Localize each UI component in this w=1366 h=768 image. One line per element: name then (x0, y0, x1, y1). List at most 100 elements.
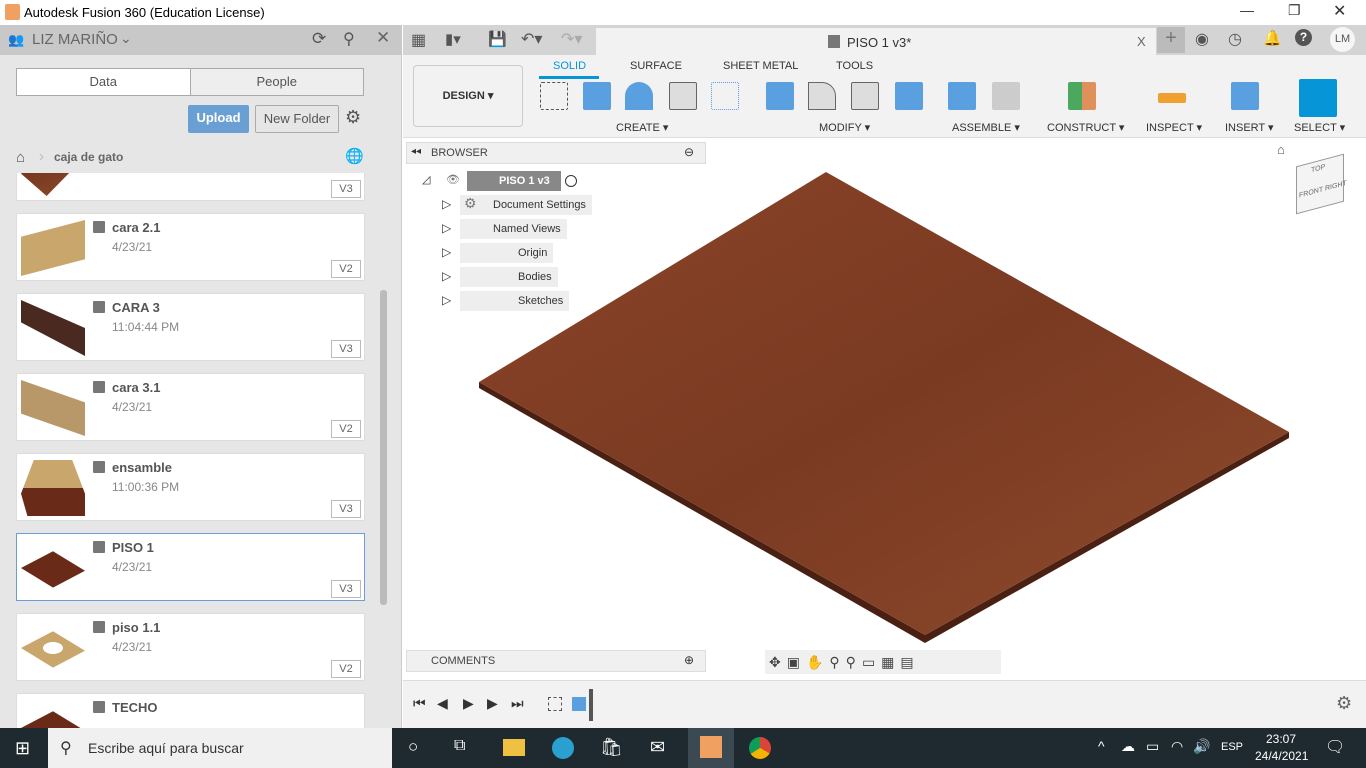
inspect-menu[interactable]: INSPECT ▾ (1146, 121, 1202, 134)
last-frame-button[interactable]: ⏭ (511, 695, 524, 712)
volume-icon[interactable]: 🔊 (1193, 738, 1210, 755)
version-dropdown[interactable]: V3 (331, 340, 361, 358)
add-comment-icon[interactable]: ⊕ (684, 653, 694, 667)
revolve-icon[interactable] (625, 82, 653, 110)
file-card[interactable]: CARA 3 11:04:44 PM V3 (16, 293, 365, 361)
close-tab-button[interactable]: X (1137, 34, 1146, 49)
viewcube-front[interactable]: FRONT (1299, 186, 1323, 199)
browser-node-named-views[interactable]: Named Views (460, 219, 567, 239)
expand-icon[interactable]: ▷ (442, 293, 451, 307)
expand-icon[interactable]: ▷ (442, 245, 451, 259)
next-frame-button[interactable]: ▶ (487, 695, 498, 712)
scrollbar[interactable] (380, 290, 387, 605)
sketch-feature-icon[interactable] (548, 697, 562, 711)
expand-icon[interactable]: ▷ (442, 269, 451, 283)
close-window-button[interactable]: ✕ (1333, 1, 1346, 21)
file-menu-icon[interactable]: ▮▾ (445, 30, 461, 48)
new-tab-button[interactable]: + (1157, 27, 1185, 53)
tab-surface[interactable]: SURFACE (630, 60, 682, 72)
home-icon[interactable]: ⌂ (16, 149, 25, 166)
offset-plane-icon[interactable] (1068, 82, 1096, 110)
create-sketch-icon[interactable] (540, 82, 568, 110)
orbit-icon[interactable]: ✥ (769, 654, 787, 670)
refresh-icon[interactable]: ⟳ (312, 29, 326, 49)
assemble-menu[interactable]: ASSEMBLE ▾ (952, 121, 1020, 134)
battery-icon[interactable]: ▭ (1146, 738, 1159, 755)
timeline-marker[interactable] (589, 689, 593, 721)
file-card[interactable]: TECHO (16, 693, 365, 728)
file-card[interactable]: cara 3.1 4/23/21 V2 (16, 373, 365, 441)
notifications-icon[interactable]: 🔔 (1263, 29, 1282, 47)
chevron-down-icon[interactable]: ⌄ (120, 30, 132, 47)
prev-frame-button[interactable]: ◀ (437, 695, 448, 712)
edge-icon[interactable] (552, 737, 574, 759)
apps-grid-icon[interactable]: ▦ (411, 30, 426, 50)
file-card[interactable]: V3 (16, 173, 365, 201)
version-dropdown[interactable]: V3 (331, 500, 361, 518)
play-button[interactable]: ▶ (463, 695, 474, 712)
tab-data[interactable]: Data (17, 69, 190, 95)
pan-icon[interactable]: ✋ (806, 654, 829, 670)
select-menu[interactable]: SELECT ▾ (1294, 121, 1345, 134)
redo-icon[interactable]: ↷▾ (561, 29, 582, 49)
browser-panel-header[interactable]: ◂◂ BROWSER ⊖ (406, 142, 706, 164)
browser-node-origin[interactable]: Origin (460, 243, 554, 263)
onedrive-icon[interactable]: ☁ (1121, 738, 1135, 755)
extrude-icon[interactable] (583, 82, 611, 110)
create-menu[interactable]: CREATE ▾ (616, 121, 668, 134)
tab-sheet-metal[interactable]: SHEET METAL (723, 60, 798, 72)
job-status-icon[interactable]: ◷ (1228, 29, 1242, 49)
tray-chevron-icon[interactable]: ^ (1098, 738, 1105, 754)
select-icon[interactable] (1299, 79, 1337, 117)
new-component-icon[interactable] (948, 82, 976, 110)
task-view-icon[interactable]: ⧉ (454, 737, 465, 755)
gear-icon[interactable]: ⚙ (345, 107, 361, 128)
document-tab[interactable]: PISO 1 v3* X (596, 28, 1156, 56)
version-dropdown[interactable]: V2 (331, 660, 361, 678)
chrome-icon[interactable] (749, 737, 771, 759)
combine-icon[interactable] (895, 82, 923, 110)
modify-menu[interactable]: MODIFY ▾ (819, 121, 870, 134)
collapse-icon[interactable]: ◂◂ (411, 146, 421, 157)
viewports-icon[interactable]: ▤ (900, 654, 919, 670)
browser-node-sketches[interactable]: Sketches (460, 291, 570, 311)
version-dropdown[interactable]: V2 (331, 420, 361, 438)
windows-start-icon[interactable]: ⊞ (15, 738, 30, 759)
file-card[interactable]: ensamble 11:00:36 PM V3 (16, 453, 365, 521)
file-card[interactable]: piso 1.1 4/23/21 V2 (16, 613, 365, 681)
cortana-icon[interactable]: ○ (408, 737, 418, 757)
grid-icon[interactable]: ▦ (881, 654, 900, 670)
breadcrumb-folder[interactable]: caja de gato (54, 150, 123, 164)
store-icon[interactable]: 🛍 (600, 737, 623, 758)
look-at-icon[interactable]: ▣ (787, 654, 806, 670)
save-icon[interactable]: 💾 (488, 30, 507, 48)
viewcube-right[interactable]: RIGHT (1325, 180, 1347, 193)
data-panel-toggle-icon[interactable]: ◉ (1195, 29, 1209, 49)
user-dropdown[interactable]: LIZ MARIÑO (32, 31, 118, 48)
measure-icon[interactable] (1158, 93, 1186, 103)
close-icon[interactable]: ✕ (376, 28, 390, 48)
new-folder-button[interactable]: New Folder (255, 105, 339, 133)
press-pull-icon[interactable] (766, 82, 794, 110)
version-dropdown[interactable]: V3 (331, 580, 361, 598)
file-explorer-icon[interactable] (503, 739, 525, 756)
extrude-feature-icon[interactable] (572, 697, 586, 711)
clock-time[interactable]: 23:07 (1266, 732, 1296, 746)
workspace-switcher[interactable]: DESIGN ▾ (413, 65, 523, 127)
activate-radio[interactable] (565, 175, 577, 187)
expand-icon[interactable]: ▷ (442, 197, 451, 211)
mail-icon[interactable]: ✉ (650, 737, 665, 758)
maximize-button[interactable]: ❐ (1288, 2, 1301, 19)
display-settings-icon[interactable]: ▭ (862, 654, 881, 670)
file-card[interactable]: cara 2.1 4/23/21 V2 (16, 213, 365, 281)
fillet-icon[interactable] (808, 82, 836, 110)
clock-date[interactable]: 24/4/2021 (1255, 749, 1308, 763)
fusion-taskbar-icon[interactable] (688, 728, 734, 768)
browser-root[interactable]: PISO 1 v3 (467, 171, 561, 191)
globe-icon[interactable]: 🌐 (345, 147, 364, 165)
undo-icon[interactable]: ↶▾ (521, 29, 542, 49)
action-center-icon[interactable]: 🗨 (1325, 737, 1345, 757)
visibility-eye-icon[interactable]: 👁 (446, 173, 460, 186)
browser-node-document-settings[interactable]: Document Settings (460, 195, 592, 215)
viewcube-top[interactable]: TOP (1311, 164, 1325, 175)
